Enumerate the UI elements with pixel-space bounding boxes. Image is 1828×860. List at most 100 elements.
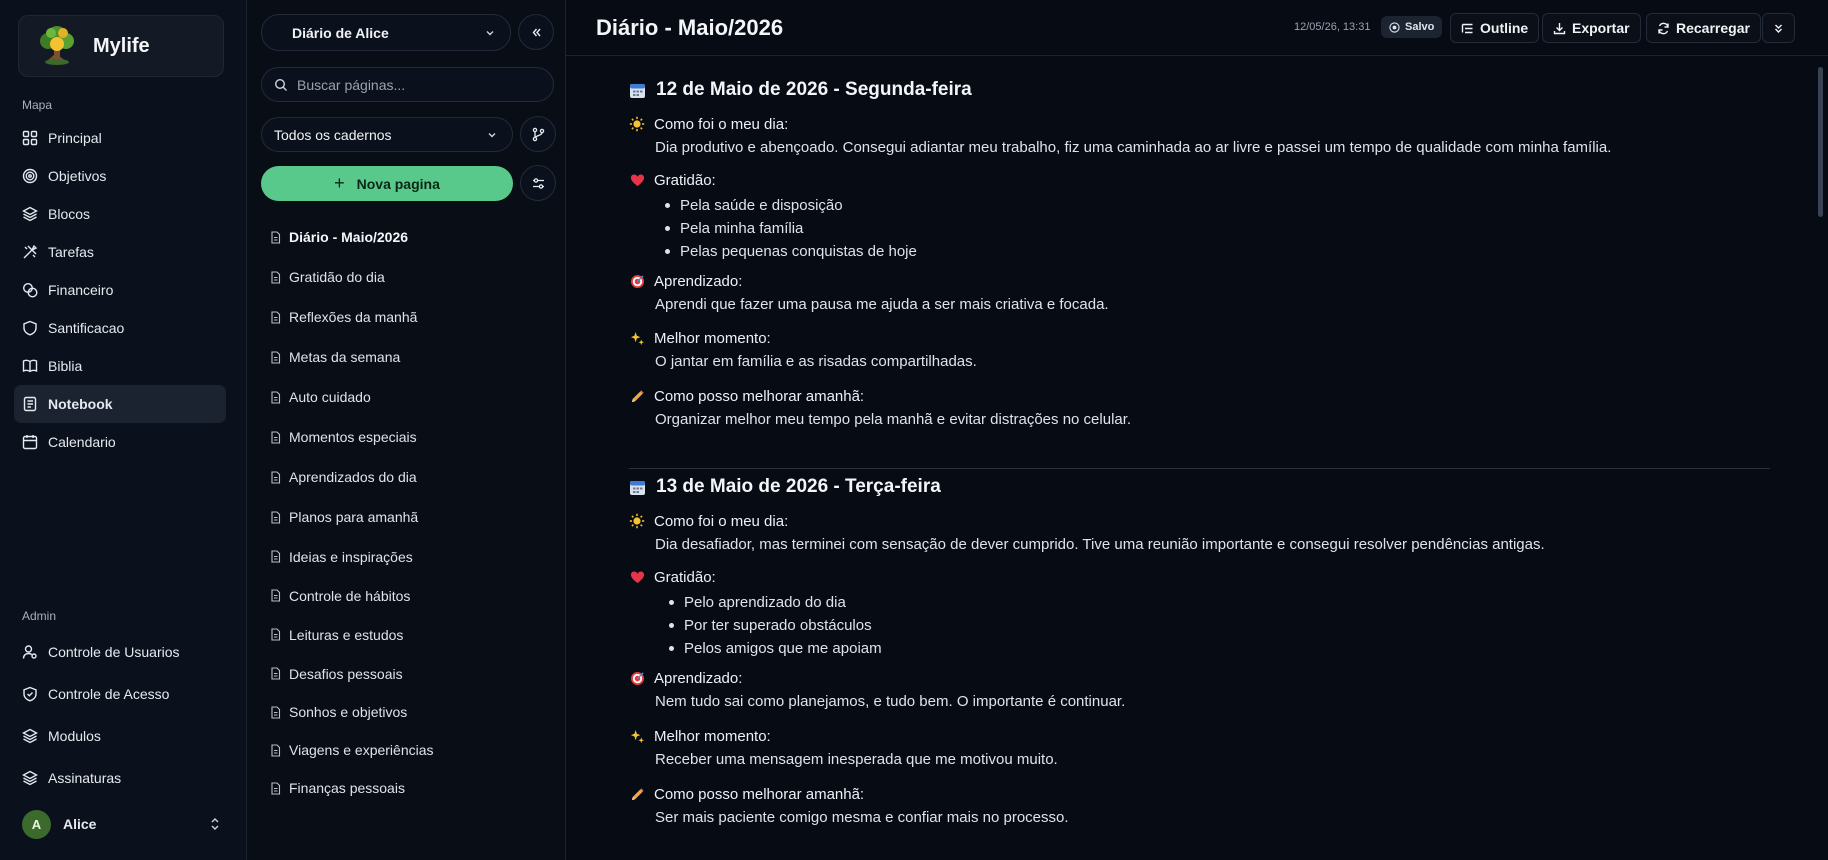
nav-item-biblia[interactable]: Biblia	[14, 347, 226, 385]
page-item[interactable]: Aprendizados do dia	[261, 457, 554, 497]
nav-item-objetivos[interactable]: Objetivos	[14, 157, 226, 195]
nav-item-label: Objetivos	[48, 168, 107, 184]
nav-item-santificacao[interactable]: Santificacao	[14, 309, 226, 347]
export-button[interactable]: Exportar	[1542, 13, 1641, 43]
new-page-button[interactable]: + Nova pagina	[261, 166, 513, 201]
page-item[interactable]: Auto cuidado	[261, 377, 554, 417]
search-field[interactable]	[261, 67, 554, 102]
section-title-text: Gratidão:	[654, 568, 716, 586]
chevron-down-icon	[486, 30, 494, 35]
list-item: Pelos amigos que me apoiam	[663, 637, 882, 660]
chevron-down-icon	[488, 132, 496, 137]
page-item-label: Finanças pessoais	[289, 780, 405, 796]
editor[interactable]: 12 de Maio de 2026 - Segunda-feira Como …	[566, 56, 1828, 860]
section-title-text: Aprendizado:	[654, 272, 743, 290]
page-item[interactable]: Planos para amanhã	[261, 497, 554, 537]
file-icon	[271, 270, 281, 284]
saved-timestamp: 12/05/26, 13:31	[1294, 21, 1371, 33]
nav-item-financeiro[interactable]: Financeiro	[14, 271, 226, 309]
notebook-icon	[23, 396, 37, 412]
calendar-emoji-icon	[630, 480, 645, 495]
nav-item-principal[interactable]: Principal	[14, 119, 226, 157]
reload-button-label: Recarregar	[1676, 20, 1750, 36]
page-item[interactable]: Controle de hábitos	[261, 576, 554, 615]
nav-item-calendario[interactable]: Calendario	[14, 423, 226, 461]
notebook-select[interactable]: Diário de Alice	[261, 14, 511, 51]
page-item[interactable]: Finanças pessoais	[261, 769, 554, 807]
main-content: Diário - Maio/2026 12/05/26, 13:31 Salvo…	[566, 0, 1828, 860]
file-icon	[271, 667, 281, 680]
nav-item-modulos[interactable]: Modulos	[14, 715, 226, 757]
file-icon	[271, 390, 281, 404]
section-title-text: Aprendizado:	[654, 669, 743, 687]
user-menu[interactable]: A Alice	[22, 809, 222, 839]
page-item[interactable]: Ideias e inspirações	[261, 537, 554, 576]
nav-item-notebook[interactable]: Notebook	[14, 385, 226, 423]
page-item[interactable]: Momentos especiais	[261, 417, 554, 457]
page-item[interactable]: Viagens e experiências	[261, 731, 554, 769]
avatar: A	[22, 809, 51, 839]
best-moment-section: Melhor momento: O jantar em família e as…	[629, 328, 977, 370]
chevrons-left-icon	[532, 28, 541, 36]
list-item: Pela minha família	[659, 217, 917, 240]
coins-icon	[22, 282, 38, 298]
calendar-emoji-icon	[630, 83, 645, 98]
section-title-text: Gratidão:	[654, 171, 716, 189]
branch-button[interactable]	[520, 116, 556, 152]
page-item[interactable]: Leituras e estudos	[261, 615, 554, 654]
target-emoji-icon	[629, 273, 645, 289]
heart-icon	[629, 569, 645, 585]
file-icon	[271, 781, 281, 795]
outline-button[interactable]: Outline	[1450, 13, 1540, 43]
nav-list: Principal Objetivos Blocos Tarefas Finan…	[14, 119, 226, 461]
section-title-text: Como foi o meu dia:	[654, 512, 789, 530]
download-icon	[1553, 22, 1566, 34]
page-item-label: Desafios pessoais	[289, 665, 403, 682]
page-item[interactable]: Metas da semana	[261, 337, 554, 377]
nav-item-label: Santificacao	[48, 320, 125, 336]
page-item[interactable]: Desafios pessoais	[261, 654, 554, 693]
nav-item-controle-usuarios[interactable]: Controle de Usuarios	[14, 631, 226, 673]
page-item[interactable]: Diário - Maio/2026	[261, 217, 554, 257]
chevron-up-down-icon	[211, 818, 219, 830]
collapse-sidebar-button[interactable]	[518, 14, 554, 50]
section-title: Gratidão:	[629, 567, 882, 587]
notebook-filter-select[interactable]: Todos os cadernos	[261, 117, 513, 152]
page-settings-button[interactable]	[520, 165, 556, 201]
search-icon	[274, 78, 287, 91]
nav-item-label: Assinaturas	[48, 770, 122, 786]
outline-button-label: Outline	[1480, 20, 1529, 36]
reload-button[interactable]: Recarregar	[1646, 13, 1761, 43]
nav-item-assinaturas[interactable]: Assinaturas	[14, 757, 226, 799]
pencil-icon	[629, 388, 645, 404]
gratitude-list: Pelo aprendizado do dia Por ter superado…	[663, 591, 882, 660]
entry-heading-text: 13 de Maio de 2026 - Terça-feira	[656, 476, 941, 497]
more-options-button[interactable]	[1762, 13, 1795, 43]
section-label-map: Mapa	[22, 98, 53, 112]
page-item[interactable]: Reflexões da manhã	[261, 297, 554, 337]
scrollbar[interactable]	[1818, 67, 1823, 217]
search-input[interactable]	[297, 76, 537, 93]
improve-section: Como posso melhorar amanhã: Organizar me…	[629, 386, 1131, 428]
nav-item-blocos[interactable]: Blocos	[14, 195, 226, 233]
page-item[interactable]: Sonhos e objetivos	[261, 693, 554, 731]
top-bar: Diário - Maio/2026 12/05/26, 13:31 Salvo…	[566, 0, 1828, 56]
page-item-label: Gratidão do dia	[289, 269, 385, 285]
file-icon	[271, 470, 281, 484]
nav-item-controle-acesso[interactable]: Controle de Acesso	[14, 673, 226, 715]
pencil-icon	[629, 786, 645, 802]
refresh-icon	[1658, 22, 1669, 34]
page-item[interactable]: Gratidão do dia	[261, 257, 554, 297]
nav-item-tarefas[interactable]: Tarefas	[14, 233, 226, 271]
shield-check-icon	[23, 686, 37, 702]
sparkles-icon	[629, 330, 645, 346]
git-branch-icon	[532, 127, 544, 141]
section-title: Como foi o meu dia:	[629, 114, 1611, 134]
brand[interactable]: Mylife	[18, 15, 224, 77]
section-title-text: Como posso melhorar amanhã:	[654, 785, 865, 803]
learning-section: Aprendizado: Nem tudo sai como planejamo…	[629, 668, 1125, 710]
book-icon	[22, 359, 38, 373]
brand-name: Mylife	[93, 34, 150, 57]
section-title: Como foi o meu dia:	[629, 511, 1545, 531]
file-icon	[271, 350, 281, 364]
